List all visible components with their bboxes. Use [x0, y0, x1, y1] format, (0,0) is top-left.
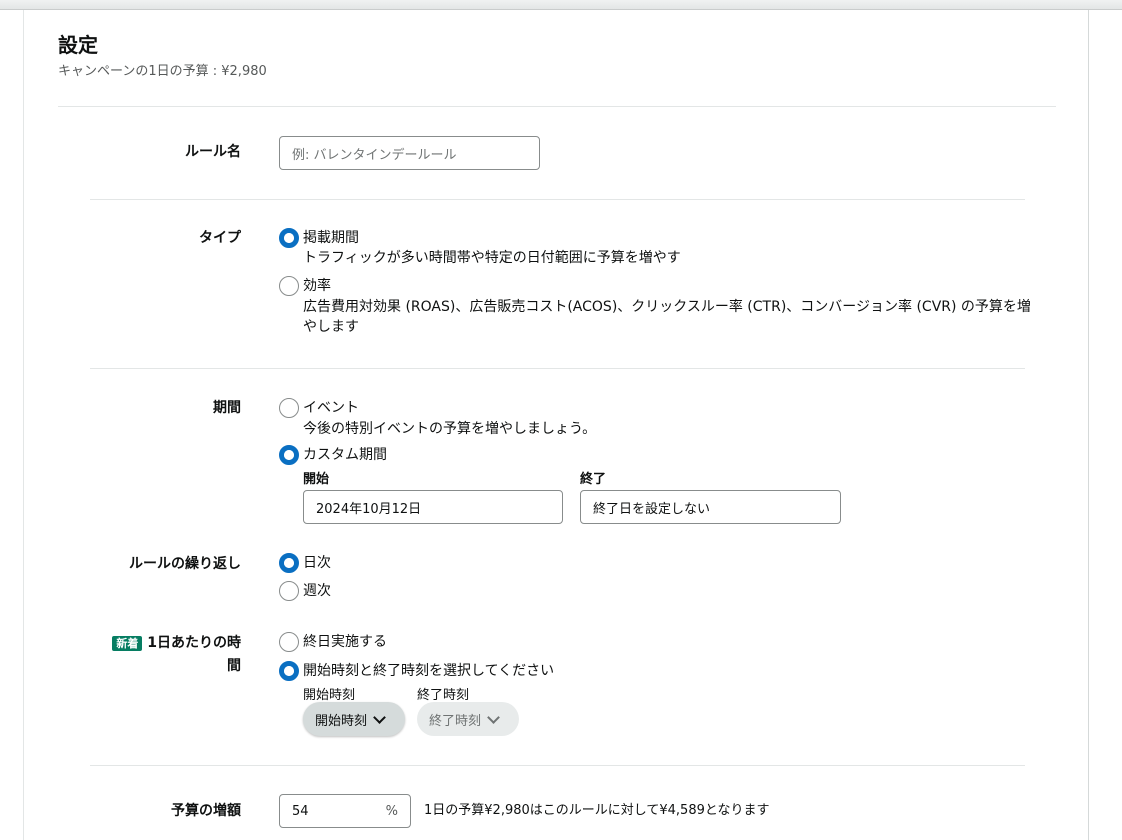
radio-select-times[interactable] — [279, 661, 299, 681]
chevron-down-icon — [487, 710, 500, 724]
divider — [90, 199, 1025, 200]
budget-increase-note: 1日の予算¥2,980はこのルールに対して¥4,589となります — [424, 803, 770, 818]
radio-period-event[interactable] — [279, 398, 299, 418]
period-event-label: イベント — [303, 400, 359, 416]
radio-type-period[interactable] — [279, 228, 299, 248]
repeat-label: ルールの繰り返し — [129, 556, 241, 572]
repeat-daily-label: 日次 — [303, 555, 331, 571]
radio-period-custom[interactable] — [279, 445, 299, 465]
end-time-dropdown-label: 終了時刻 — [429, 713, 482, 729]
time-of-day-label-line1: 1日あたりの時 — [147, 635, 241, 651]
period-event-description: 今後の特別イベントの予算を増やしましょう。 — [303, 421, 597, 437]
type-efficiency-description-2: やします — [303, 319, 359, 335]
period-custom-label: カスタム期間 — [303, 447, 387, 463]
time-of-day-label-line2: 間 — [227, 658, 241, 674]
type-efficiency-description-1: 広告費用対効果 (ROAS)、広告販売コスト(ACOS)、クリックスルー率 (C… — [303, 299, 1031, 315]
all-day-label: 終日実施する — [303, 634, 387, 650]
end-date-label: 終了 — [580, 472, 607, 487]
repeat-weekly-label: 週次 — [303, 583, 331, 599]
rule-name-input[interactable]: 例: バレンタインデールール — [279, 136, 540, 170]
new-badge: 新着 — [112, 636, 143, 651]
divider — [90, 368, 1025, 369]
select-times-label: 開始時刻と終了時刻を選択してください — [303, 663, 555, 679]
end-time-label: 終了時刻 — [417, 688, 470, 703]
end-date-input[interactable]: 終了日を設定しない — [580, 490, 841, 524]
time-of-day-label: 新着 1日あたりの時 間 — [41, 632, 241, 677]
budget-increase-input[interactable]: 54 % — [279, 794, 411, 828]
page-title: 設定 — [58, 33, 98, 57]
top-border — [0, 0, 1122, 10]
budget-increase-label: 予算の増額 — [171, 803, 241, 819]
divider — [58, 106, 1056, 107]
radio-type-efficiency[interactable] — [279, 276, 299, 296]
period-label: 期間 — [213, 400, 241, 416]
page-subtitle: キャンペーンの1日の予算 : ¥2,980 — [58, 64, 267, 79]
radio-repeat-weekly[interactable] — [279, 581, 299, 601]
start-date-label: 開始 — [303, 472, 330, 487]
budget-increase-value: 54 — [292, 803, 309, 819]
rule-name-label: ルール名 — [185, 144, 241, 160]
start-time-dropdown-label: 開始時刻 — [315, 713, 368, 729]
type-label: タイプ — [199, 230, 241, 246]
start-time-dropdown[interactable]: 開始時刻 — [303, 702, 405, 736]
divider — [90, 765, 1025, 766]
end-time-dropdown[interactable]: 終了時刻 — [417, 702, 519, 736]
start-time-label: 開始時刻 — [303, 688, 356, 703]
chevron-down-icon — [373, 710, 386, 724]
radio-all-day[interactable] — [279, 632, 299, 652]
type-efficiency-label: 効率 — [303, 278, 331, 294]
type-period-label: 掲載期間 — [303, 230, 359, 246]
radio-repeat-daily[interactable] — [279, 553, 299, 573]
percent-unit: % — [385, 803, 398, 819]
type-period-description: トラフィックが多い時間帯や特定の日付範囲に予算を増やす — [303, 250, 681, 266]
start-date-input[interactable]: 2024年10月12日 — [303, 490, 563, 524]
